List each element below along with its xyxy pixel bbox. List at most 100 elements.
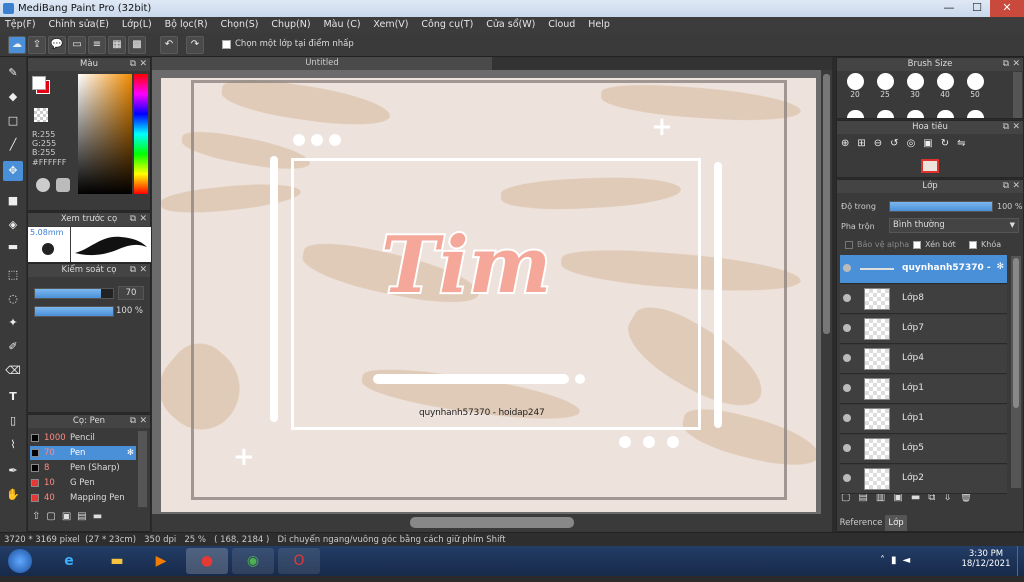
document-tab[interactable]: Untitled bbox=[152, 57, 492, 70]
flip-icon[interactable]: ⇋ bbox=[957, 138, 973, 149]
text-icon[interactable]: T bbox=[3, 387, 23, 407]
blend-mode-select[interactable]: Bình thường ▼ bbox=[889, 218, 1019, 233]
navigator-thumbnail[interactable] bbox=[921, 159, 939, 173]
undock-icon[interactable]: ⧉ bbox=[1003, 180, 1009, 193]
close-icon[interactable]: ✕ bbox=[139, 264, 147, 277]
menu-view[interactable]: Xem(V) bbox=[368, 17, 413, 33]
select-layer-checkbox[interactable] bbox=[222, 40, 231, 49]
menu-layer[interactable]: Lớp(L) bbox=[117, 17, 157, 33]
share-icon[interactable]: ⇪ bbox=[28, 36, 46, 54]
primary-color-swatch[interactable] bbox=[32, 76, 46, 90]
brush-size-preset[interactable] bbox=[937, 110, 954, 118]
eraser-icon[interactable]: ◆ bbox=[3, 87, 23, 107]
vertical-scroll-thumb[interactable] bbox=[823, 74, 830, 334]
grid-icon[interactable]: ▩ bbox=[128, 36, 146, 54]
layer-row[interactable]: Lớp1 bbox=[840, 405, 1007, 434]
brush-size-scrollbar[interactable] bbox=[1013, 72, 1022, 118]
rotate-left-icon[interactable]: ↺ bbox=[890, 138, 906, 149]
lock-checkbox[interactable] bbox=[969, 241, 977, 249]
undo-icon[interactable]: ↶ bbox=[160, 36, 178, 54]
eyedropper-icon[interactable]: ⌇ bbox=[3, 435, 23, 455]
menu-edit[interactable]: Chỉnh sửa(E) bbox=[43, 17, 114, 33]
palette-icon[interactable] bbox=[36, 178, 50, 192]
show-desktop-button[interactable] bbox=[1017, 546, 1024, 576]
eye-icon[interactable] bbox=[843, 354, 851, 362]
menu-tools[interactable]: Công cụ(T) bbox=[416, 17, 478, 33]
brush-size-preset[interactable]: 20 bbox=[841, 72, 869, 106]
panel-icon[interactable]: ▦ bbox=[108, 36, 126, 54]
pen-tool-icon[interactable]: ✒ bbox=[3, 461, 23, 481]
eye-icon[interactable] bbox=[843, 474, 851, 482]
close-icon[interactable]: ✕ bbox=[1012, 58, 1020, 71]
close-icon[interactable]: ✕ bbox=[139, 213, 147, 226]
undock-icon[interactable]: ⧉ bbox=[130, 213, 136, 226]
select-eraser-icon[interactable]: ⌫ bbox=[3, 361, 23, 381]
menu-filter[interactable]: Bộ lọc(R) bbox=[160, 17, 213, 33]
bucket-icon[interactable]: ◈ bbox=[3, 215, 23, 235]
layer-row[interactable]: Lớp5 bbox=[840, 435, 1007, 464]
brush-list-item[interactable]: 1000 Pencil bbox=[30, 431, 136, 445]
close-icon[interactable]: ✕ bbox=[139, 415, 147, 428]
eye-icon[interactable] bbox=[843, 294, 851, 302]
transparent-swatch[interactable] bbox=[34, 108, 48, 122]
brush-size-preset[interactable]: 50 bbox=[961, 72, 989, 106]
maximize-button[interactable]: ☐ bbox=[962, 0, 992, 17]
brush-list-item[interactable]: 40 Mapping Pen bbox=[30, 491, 136, 505]
move-icon[interactable]: ✥ bbox=[3, 161, 23, 181]
protect-alpha-checkbox[interactable] bbox=[845, 241, 853, 249]
saturation-value-picker[interactable] bbox=[78, 74, 132, 194]
layer-row[interactable]: Lớp7 bbox=[840, 315, 1007, 344]
eye-icon[interactable] bbox=[843, 264, 851, 272]
brush-size-preset[interactable] bbox=[907, 110, 924, 118]
add-brush-icon[interactable]: ⇧ bbox=[32, 511, 46, 522]
magic-wand-icon[interactable]: ✦ bbox=[3, 313, 23, 333]
undock-icon[interactable]: ⧉ bbox=[130, 58, 136, 71]
brush-list-item[interactable]: 8 Pen (Sharp) bbox=[30, 461, 136, 475]
color-set-icon[interactable] bbox=[56, 178, 70, 192]
redo-icon[interactable]: ↷ bbox=[186, 36, 204, 54]
brush-menu-icon[interactable]: ▣ bbox=[62, 511, 77, 522]
eye-icon[interactable] bbox=[843, 414, 851, 422]
brush-list-scrollbar[interactable] bbox=[138, 431, 147, 507]
menu-file[interactable]: Tệp(F) bbox=[0, 17, 41, 33]
close-button[interactable]: ✕ bbox=[990, 0, 1024, 17]
tab-layer[interactable]: Lớp bbox=[885, 515, 907, 531]
select-pen-icon[interactable]: ✐ bbox=[3, 337, 23, 357]
eye-icon[interactable] bbox=[843, 444, 851, 452]
brush-size-preset[interactable] bbox=[847, 110, 864, 118]
divide-icon[interactable]: ▯ bbox=[3, 411, 23, 431]
copy-brush-icon[interactable]: ▤ bbox=[77, 511, 92, 522]
brush-size-preset[interactable]: 25 bbox=[871, 72, 899, 106]
rotate-reset-icon[interactable]: ◎ bbox=[907, 138, 924, 149]
cloud-icon[interactable]: ☁ bbox=[8, 36, 26, 54]
menu-select[interactable]: Chọn(S) bbox=[216, 17, 264, 33]
horizontal-scroll-thumb[interactable] bbox=[410, 517, 574, 528]
rectangle-icon[interactable]: □ bbox=[3, 111, 23, 131]
undock-icon[interactable]: ⧉ bbox=[130, 264, 136, 277]
menu-snap[interactable]: Chụp(N) bbox=[266, 17, 315, 33]
brush-size-value[interactable]: 70 bbox=[118, 286, 144, 300]
gear-icon[interactable]: ✻ bbox=[996, 262, 1004, 272]
chevron-up-icon[interactable]: ˄ bbox=[880, 555, 891, 566]
layer-row[interactable]: Lớp1 bbox=[840, 375, 1007, 404]
close-icon[interactable]: ✕ bbox=[1012, 121, 1020, 134]
horizontal-scrollbar[interactable] bbox=[152, 514, 832, 532]
network-icon[interactable]: ▮ bbox=[891, 555, 903, 566]
brush-size-slider[interactable] bbox=[34, 288, 114, 299]
clipping-checkbox[interactable] bbox=[913, 241, 921, 249]
folder-icon[interactable]: ▬ bbox=[93, 511, 108, 522]
rotate-right-icon[interactable]: ↻ bbox=[941, 138, 957, 149]
menu-color[interactable]: Màu (C) bbox=[318, 17, 365, 33]
brush-size-preset[interactable] bbox=[967, 110, 984, 118]
undock-icon[interactable]: ⧉ bbox=[130, 415, 136, 428]
gear-icon[interactable]: ✻ bbox=[127, 446, 134, 460]
chat-icon[interactable]: ▭ bbox=[68, 36, 86, 54]
canvas-area[interactable]: + + Tim quynhanh57370 - hoidap247 bbox=[152, 70, 832, 514]
line-icon[interactable]: ╱ bbox=[3, 135, 23, 155]
zoom-fit-icon[interactable]: ⊞ bbox=[857, 138, 873, 149]
zoom-in-icon[interactable]: ⊕ bbox=[841, 138, 857, 149]
tab-reference[interactable]: Reference bbox=[837, 515, 885, 531]
close-icon[interactable]: ✕ bbox=[139, 58, 147, 71]
fill-rect-icon[interactable]: ■ bbox=[3, 191, 23, 211]
start-icon[interactable] bbox=[2, 548, 38, 574]
